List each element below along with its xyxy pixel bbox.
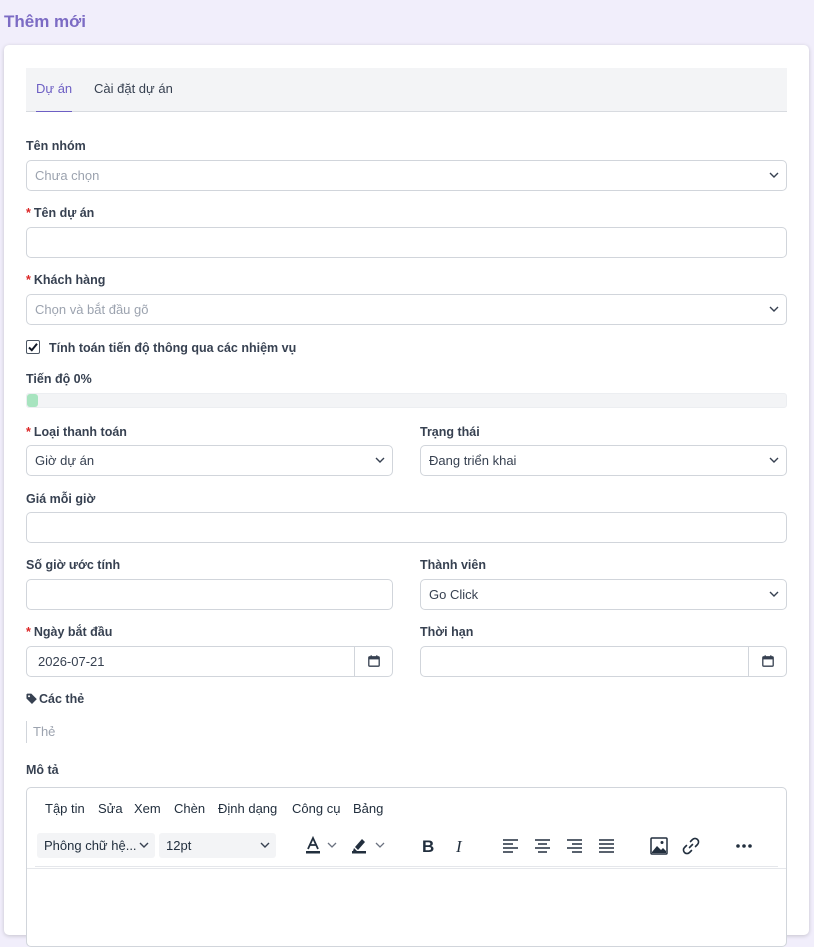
status-select[interactable]: Đang triển khai (420, 445, 787, 476)
font-size-value: 12pt (166, 838, 192, 853)
tags-label: Các thẻ (26, 692, 84, 706)
project-name-input[interactable] (26, 227, 787, 258)
chevron-down-icon (769, 457, 779, 463)
required-mark: * (26, 273, 31, 287)
start-date-label: * Ngày bắt đầu (26, 625, 112, 639)
align-justify-icon (599, 839, 614, 853)
align-center-button[interactable] (532, 835, 554, 857)
deadline-input[interactable] (420, 646, 787, 677)
menu-table[interactable]: Bảng (353, 801, 383, 816)
more-icon (736, 844, 752, 848)
billing-type-select[interactable]: Giờ dự án (26, 445, 393, 476)
insert-link-button[interactable] (680, 835, 702, 857)
group-label: Tên nhóm (26, 139, 86, 153)
italic-button[interactable]: I (449, 835, 471, 857)
required-mark: * (26, 425, 31, 439)
align-left-icon (503, 839, 518, 853)
svg-text:I: I (455, 837, 463, 856)
font-size-select[interactable]: 12pt (159, 833, 276, 858)
deadline-calendar-button[interactable] (748, 647, 786, 676)
svg-text:B: B (422, 837, 434, 856)
editor-content-area[interactable] (27, 868, 786, 946)
bold-button[interactable]: B (417, 835, 439, 857)
tab-project-settings[interactable]: Cài đặt dự án (94, 68, 173, 112)
menu-insert[interactable]: Chèn (174, 801, 205, 816)
text-color-button[interactable] (303, 835, 347, 857)
rate-label: Giá mỗi giờ (26, 492, 96, 506)
font-family-select[interactable]: Phông chữ hệ... (37, 833, 155, 858)
chevron-down-icon (260, 842, 270, 848)
customer-select[interactable]: Chọn và bắt đầu gõ (26, 294, 787, 325)
align-right-button[interactable] (564, 835, 586, 857)
chevron-down-icon (769, 172, 779, 178)
progress-label: Tiến độ 0% (26, 372, 92, 386)
bold-icon: B (422, 837, 434, 856)
calc-progress-label[interactable]: Tính toán tiến độ thông qua các nhiệm vụ (49, 341, 296, 355)
tag-icon (26, 693, 37, 704)
status-value: Đang triển khai (429, 453, 517, 468)
deadline-label: Thời hạn (420, 625, 474, 639)
menu-file[interactable]: Tập tin (45, 801, 85, 816)
link-icon (682, 837, 700, 855)
members-label: Thành viên (420, 558, 486, 572)
image-icon (650, 837, 668, 855)
group-select-value: Chưa chọn (35, 168, 100, 183)
description-label: Mô tả (26, 763, 59, 777)
description-editor: Tập tin Sửa Xem Chèn Định dạng Công cụ B… (26, 787, 787, 947)
group-select[interactable]: Chưa chọn (26, 160, 787, 191)
italic-icon: I (455, 837, 463, 856)
page-title: Thêm mới (4, 12, 86, 31)
project-name-label: * Tên dự án (26, 206, 94, 220)
customer-label: * Khách hàng (26, 273, 105, 287)
chevron-down-icon (375, 457, 385, 463)
progress-slider[interactable] (26, 393, 787, 408)
tab-project[interactable]: Dự án (36, 68, 73, 112)
form-card: Dự án Cài đặt dự án Tên nhóm Chưa chọn *… (4, 45, 809, 947)
rate-input[interactable] (26, 512, 787, 543)
members-value: Go Click (429, 587, 479, 602)
highlight-button[interactable] (349, 835, 393, 857)
billing-type-value: Giờ dự án (35, 453, 95, 468)
billing-type-label: * Loại thanh toán (26, 425, 127, 439)
customer-select-value: Chọn và bắt đầu gõ (35, 302, 149, 317)
menu-view[interactable]: Xem (134, 801, 161, 816)
required-mark: * (26, 206, 31, 220)
insert-image-button[interactable] (648, 835, 670, 857)
highlight-icon (352, 839, 385, 854)
progress-handle[interactable] (27, 394, 38, 407)
menu-tools[interactable]: Công cụ (292, 801, 340, 816)
text-color-icon (306, 835, 337, 854)
start-date-input[interactable]: 2026-07-21 (26, 646, 393, 677)
start-date-value: 2026-07-21 (38, 654, 105, 669)
menu-edit[interactable]: Sửa (98, 801, 123, 816)
status-label: Trạng thái (420, 425, 480, 439)
start-date-label-text: Ngày bắt đầu (33, 625, 113, 639)
align-right-icon (567, 839, 582, 853)
calendar-icon (368, 655, 380, 667)
editor-toolbar-divider (35, 866, 778, 867)
font-family-value: Phông chữ hệ... (44, 838, 137, 853)
tab-bar: Dự án Cài đặt dự án (26, 68, 787, 112)
align-center-icon (535, 839, 550, 853)
calc-progress-checkbox[interactable] (26, 340, 40, 354)
estimated-hours-input[interactable] (26, 579, 393, 610)
chevron-down-icon (769, 591, 779, 597)
project-name-label-text: Tên dự án (33, 206, 95, 220)
required-mark: * (26, 625, 31, 639)
align-left-button[interactable] (500, 835, 522, 857)
billing-type-label-text: Loại thanh toán (33, 425, 127, 439)
menu-format[interactable]: Định dạng (218, 801, 277, 816)
chevron-down-icon (139, 842, 149, 848)
checkmark-icon (28, 343, 38, 352)
align-justify-button[interactable] (596, 835, 618, 857)
start-date-calendar-button[interactable] (354, 647, 392, 676)
tags-label-text: Các thẻ (39, 692, 85, 706)
members-select[interactable]: Go Click (420, 579, 787, 610)
calendar-icon (762, 655, 774, 667)
customer-label-text: Khách hàng (33, 273, 106, 287)
estimated-hours-label: Số giờ ước tính (26, 558, 121, 572)
chevron-down-icon (769, 306, 779, 312)
more-button[interactable] (733, 835, 755, 857)
tags-input[interactable]: Thẻ (26, 721, 55, 743)
